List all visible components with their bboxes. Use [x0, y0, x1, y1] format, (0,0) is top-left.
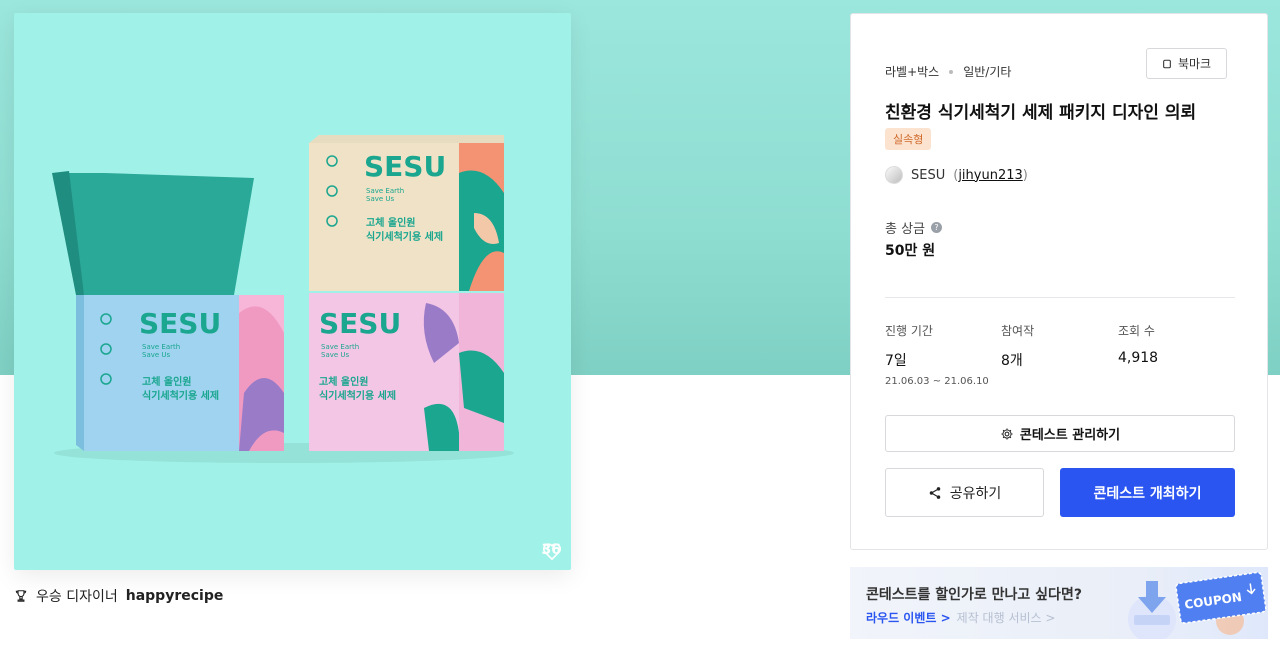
share-button[interactable]: 공유하기	[885, 468, 1044, 517]
winner-label: 우승 디자이너	[36, 589, 118, 605]
product-boxes-illustration: SESU Save Earth Save Us 고체 올인원 식기세척기용 세제…	[52, 135, 514, 463]
heart-icon	[542, 543, 561, 560]
stat-entries: 참여작 8개	[1001, 322, 1034, 370]
banner-links: 라우드 이벤트 > 제작 대행 서비스 >	[866, 609, 1055, 626]
banner-headline: 콘테스트를 할인가로 만나고 싶다면?	[866, 587, 1082, 603]
share-label: 공유하기	[949, 485, 1002, 502]
brand-text-1: SESU	[139, 307, 221, 340]
winner-name[interactable]: happyrecipe	[126, 588, 224, 604]
coupon-illustration: COUPON	[1128, 571, 1267, 639]
stat-value: 8개	[1001, 353, 1023, 369]
host-name: SESU	[911, 167, 946, 183]
host-username-link[interactable]: jihyun213	[958, 168, 1022, 183]
svg-text:Save Us: Save Us	[142, 351, 171, 359]
box-line1-c: 고체 올인원	[319, 375, 368, 388]
prize-label-row: 총 상금 ?	[885, 218, 943, 237]
coupon-banner[interactable]: 콘테스트를 할인가로 만나고 싶다면? 라우드 이벤트 > 제작 대행 서비스 …	[850, 567, 1268, 639]
trophy-icon	[15, 590, 27, 602]
like-counter[interactable]: 36	[542, 542, 561, 560]
box-line2-a: 식기세척기용 세제	[142, 389, 219, 402]
contest-info-panel: 라벨+박스 일반/기타 북마크 친환경 식기세척기 세제 패키지 디자인 의뢰 …	[850, 13, 1268, 550]
box-line2-b: 식기세척기용 세제	[366, 230, 443, 243]
production-service-link[interactable]: 제작 대행 서비스 >	[957, 609, 1056, 626]
share-icon	[929, 486, 940, 499]
svg-text:Save Earth: Save Earth	[142, 343, 180, 351]
stat-label: 조회 수	[1118, 324, 1155, 338]
manage-contest-button[interactable]: 콘테스트 관리하기	[885, 415, 1235, 452]
prize-value: 50만 원	[885, 243, 936, 259]
prize-label: 총 상금	[885, 222, 926, 237]
svg-text:Save Us: Save Us	[321, 351, 350, 359]
brand-text-2: SESU	[364, 150, 446, 183]
box-line2-c: 식기세척기용 세제	[319, 389, 396, 402]
box-line1-a: 고체 올인원	[142, 375, 191, 388]
stat-value: 7일	[885, 353, 907, 369]
stat-label: 참여작	[1001, 324, 1035, 338]
tier-badge: 실속형	[885, 128, 932, 150]
brand-text-3: SESU	[319, 307, 401, 340]
winning-design-image[interactable]: SESU Save Earth Save Us 고체 올인원 식기세척기용 세제…	[14, 13, 571, 570]
category-primary[interactable]: 라벨+박스	[885, 63, 939, 80]
box-line1-b: 고체 올인원	[366, 216, 415, 229]
winner-info: 우승 디자이너 happyrecipe	[14, 586, 223, 606]
manage-label: 콘테스트 관리하기	[1019, 428, 1121, 443]
stat-value: 4,918	[1118, 350, 1159, 366]
bookmark-icon	[1163, 59, 1171, 68]
category-secondary[interactable]: 일반/기타	[963, 63, 1011, 80]
separator-dot	[949, 69, 954, 74]
bookmark-label: 북마크	[1177, 57, 1212, 71]
host-contest-button[interactable]: 콘테스트 개최하기	[1060, 468, 1235, 517]
stat-label: 진행 기간	[885, 324, 933, 338]
round-event-link[interactable]: 라우드 이벤트 >	[866, 609, 951, 626]
svg-text:Save Earth: Save Earth	[321, 343, 359, 351]
svg-text:Save Us: Save Us	[366, 195, 395, 203]
divider	[885, 297, 1235, 298]
category-breadcrumb: 라벨+박스 일반/기타	[885, 63, 1011, 80]
stat-dates: 21.06.03 ~ 21.06.10	[885, 376, 989, 387]
bookmark-button[interactable]: 북마크	[1146, 48, 1227, 79]
stat-duration: 진행 기간 7일 21.06.03 ~ 21.06.10	[885, 322, 989, 387]
gear-icon	[1001, 427, 1013, 440]
contest-title: 친환경 식기세척기 세제 패키지 디자인 의뢰	[885, 103, 1197, 123]
host-avatar	[885, 166, 903, 184]
stat-views: 조회 수 4,918	[1118, 322, 1158, 366]
svg-text:Save Earth: Save Earth	[366, 187, 404, 195]
host-info: SESU (jihyun213)	[885, 166, 1028, 184]
help-icon[interactable]: ?	[931, 222, 943, 233]
